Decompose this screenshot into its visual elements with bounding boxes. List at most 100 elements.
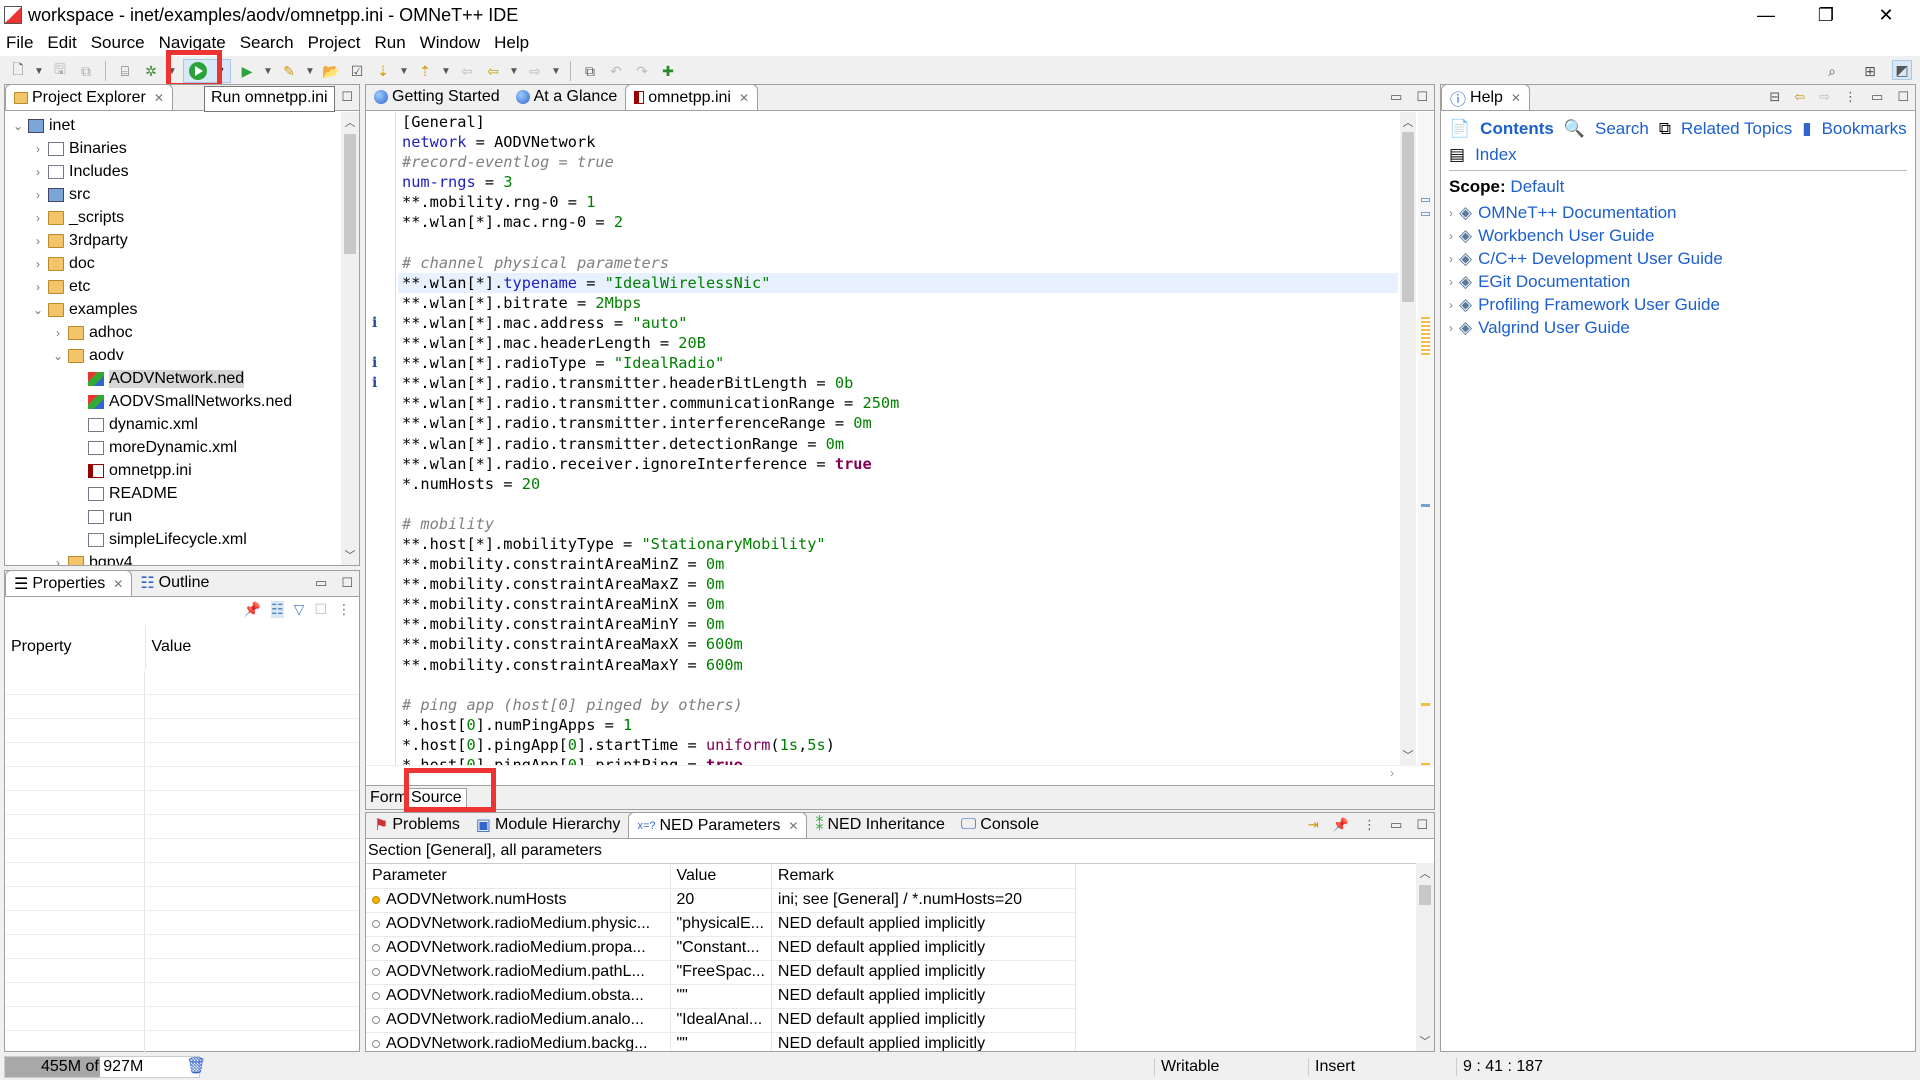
menu-search[interactable]: Search: [240, 33, 294, 53]
save-icon[interactable]: 🖫: [50, 61, 70, 81]
col-value[interactable]: Value: [670, 864, 772, 889]
tree-item[interactable]: simpleLifecycle.xml: [5, 528, 341, 551]
new-task-icon[interactable]: ⧉: [580, 61, 600, 81]
perspective-icon[interactable]: ◩: [1892, 60, 1912, 80]
help-index-link[interactable]: Index: [1475, 145, 1517, 165]
help-book-item[interactable]: › ◈ EGit Documentation: [1449, 270, 1907, 293]
tree-item[interactable]: ⌄ aodv: [5, 344, 341, 367]
code-line[interactable]: **.wlan[*].radio.receiver.ignoreInterfer…: [398, 454, 1398, 474]
tab-project-explorer[interactable]: Project Explorer ✕: [5, 84, 173, 110]
code-line[interactable]: num-rngs = 3: [398, 172, 1398, 192]
collapse-all-icon[interactable]: ⊟: [1769, 89, 1780, 105]
tree-item[interactable]: AODVNetwork.ned: [5, 367, 341, 390]
tab-ned-inheritance[interactable]: ⁑ NED Inheritance: [807, 812, 952, 838]
next-dropdown-icon[interactable]: ▼: [399, 61, 409, 81]
code-line[interactable]: **.mobility.rng-0 = 1: [398, 192, 1398, 212]
code-line[interactable]: # ping app (host[0] pinged by others): [398, 695, 1398, 715]
parameter-row[interactable]: AODVNetwork.numHosts 20 ini; see [General]…: [366, 888, 1076, 913]
tree-item[interactable]: omnetpp.ini: [5, 459, 341, 482]
scroll-thumb[interactable]: [1402, 132, 1414, 302]
help-search-link[interactable]: Search: [1595, 119, 1649, 139]
help-book-link[interactable]: Profiling Framework User Guide: [1478, 295, 1720, 315]
minimize-icon[interactable]: ▭: [1390, 89, 1402, 105]
parameter-row[interactable]: AODVNetwork.radioMedium.backg... "" NED de…: [366, 1032, 1076, 1051]
code-line[interactable]: **.host[*].mobilityType = "StationaryMob…: [398, 534, 1398, 554]
tree-item[interactable]: › Includes: [5, 160, 341, 183]
tab-at-a-glance[interactable]: At a Glance: [508, 84, 626, 110]
chevron-right-icon[interactable]: ›: [1449, 206, 1453, 220]
add-icon[interactable]: ✚: [658, 61, 678, 81]
garbage-collect-icon[interactable]: 🗑: [186, 1056, 206, 1076]
maximize-icon[interactable]: ☐: [341, 575, 353, 591]
maximize-icon[interactable]: ☐: [1897, 89, 1909, 105]
chevron-down-icon[interactable]: ⌄: [51, 349, 65, 363]
code-line[interactable]: **.mobility.constraintAreaMaxY = 600m: [398, 655, 1398, 675]
tab-console[interactable]: 🖵 Console: [953, 812, 1047, 838]
help-book-link[interactable]: Valgrind User Guide: [1478, 318, 1630, 338]
close-icon[interactable]: ✕: [788, 819, 798, 833]
tree-item[interactable]: › bgpv4: [5, 551, 341, 565]
chevron-down-icon[interactable]: ⌄: [11, 119, 25, 133]
code-line[interactable]: **.mobility.constraintAreaMaxX = 600m: [398, 634, 1398, 654]
new-icon[interactable]: 🗋: [8, 61, 28, 81]
explorer-scrollbar[interactable]: ︿ ﹀: [341, 112, 359, 565]
close-icon[interactable]: ✕: [154, 91, 164, 105]
binary-icon[interactable]: ⌸: [115, 61, 135, 81]
search-icon[interactable]: ⌕: [1822, 61, 1842, 81]
view-menu-icon[interactable]: ⋮: [1844, 89, 1857, 105]
menu-window[interactable]: Window: [420, 33, 480, 53]
edit-dropdown-icon[interactable]: ▼: [305, 61, 315, 81]
maximize-icon[interactable]: ☐: [1416, 89, 1428, 105]
chevron-right-icon[interactable]: ›: [31, 211, 45, 225]
help-related-topics-link[interactable]: Related Topics: [1681, 119, 1792, 139]
code-line[interactable]: **.wlan[*].mac.rng-0 = 2: [398, 212, 1398, 232]
chevron-right-icon[interactable]: ›: [31, 142, 45, 156]
editor-scrollbar[interactable]: ︿ ﹀: [1400, 112, 1416, 765]
tree-item[interactable]: AODVSmallNetworks.ned: [5, 390, 341, 413]
edit-icon[interactable]: ✎: [279, 61, 299, 81]
back-icon[interactable]: ⇦: [483, 61, 503, 81]
code-line[interactable]: **.wlan[*].mac.address = "auto": [398, 313, 1398, 333]
code-line[interactable]: *.host[0].numPingApps = 1: [398, 715, 1398, 735]
help-book-item[interactable]: › ◈ OMNeT++ Documentation: [1449, 201, 1907, 224]
code-line[interactable]: [398, 233, 1398, 253]
tab-help[interactable]: ⓘ Help ✕: [1441, 84, 1530, 110]
help-book-item[interactable]: › ◈ Valgrind User Guide: [1449, 316, 1907, 339]
pin-icon[interactable]: 📌: [244, 601, 261, 618]
help-book-item[interactable]: › ◈ C/C++ Development User Guide: [1449, 247, 1907, 270]
tree-item[interactable]: › _scripts: [5, 206, 341, 229]
minimize-icon[interactable]: ▭: [315, 575, 327, 591]
forward-icon[interactable]: ⇨: [525, 61, 545, 81]
help-book-link[interactable]: C/C++ Development User Guide: [1478, 249, 1723, 269]
heap-status[interactable]: 455M of 927M: [4, 1056, 200, 1078]
pin-icon[interactable]: 📌: [1333, 817, 1349, 833]
next-annotation-icon[interactable]: ⇣: [373, 61, 393, 81]
close-button[interactable]: ✕: [1856, 0, 1916, 30]
help-book-link[interactable]: OMNeT++ Documentation: [1478, 203, 1676, 223]
horizontal-scrollbar[interactable]: ›: [366, 765, 1434, 785]
code-line[interactable]: **.wlan[*].mac.headerLength = 20B: [398, 333, 1398, 353]
back-dropdown-icon[interactable]: ▼: [509, 61, 519, 81]
tab-properties[interactable]: ☰ Properties ✕: [5, 570, 133, 596]
code-editor[interactable]: [General] network = AODVNetwork #record-ev…: [398, 112, 1398, 765]
chevron-right-icon[interactable]: ›: [1449, 229, 1453, 243]
code-line[interactable]: *.host[0].pingApp[0].printPing = true: [398, 755, 1398, 765]
code-line[interactable]: **.mobility.constraintAreaMinZ = 0m: [398, 554, 1398, 574]
categories-icon[interactable]: ☷: [271, 601, 284, 618]
tree-item[interactable]: run: [5, 505, 341, 528]
code-line[interactable]: **.wlan[*].typename = "IdealWirelessNic": [398, 272, 1398, 293]
tree-item[interactable]: › etc: [5, 275, 341, 298]
menu-project[interactable]: Project: [308, 33, 361, 53]
chevron-right-icon[interactable]: ›: [51, 556, 65, 566]
scroll-thumb[interactable]: [344, 134, 356, 254]
close-icon[interactable]: ✕: [113, 577, 123, 591]
restore-button[interactable]: ❐: [1796, 0, 1856, 30]
code-line[interactable]: **.mobility.constraintAreaMinX = 0m: [398, 594, 1398, 614]
overview-ruler[interactable]: [1418, 112, 1434, 766]
chevron-right-icon[interactable]: ›: [31, 234, 45, 248]
chevron-right-icon[interactable]: ›: [31, 188, 45, 202]
close-icon[interactable]: ✕: [739, 91, 749, 105]
scroll-up-icon[interactable]: ︿: [1400, 114, 1416, 130]
tree-item[interactable]: › doc: [5, 252, 341, 275]
tree-item[interactable]: README: [5, 482, 341, 505]
